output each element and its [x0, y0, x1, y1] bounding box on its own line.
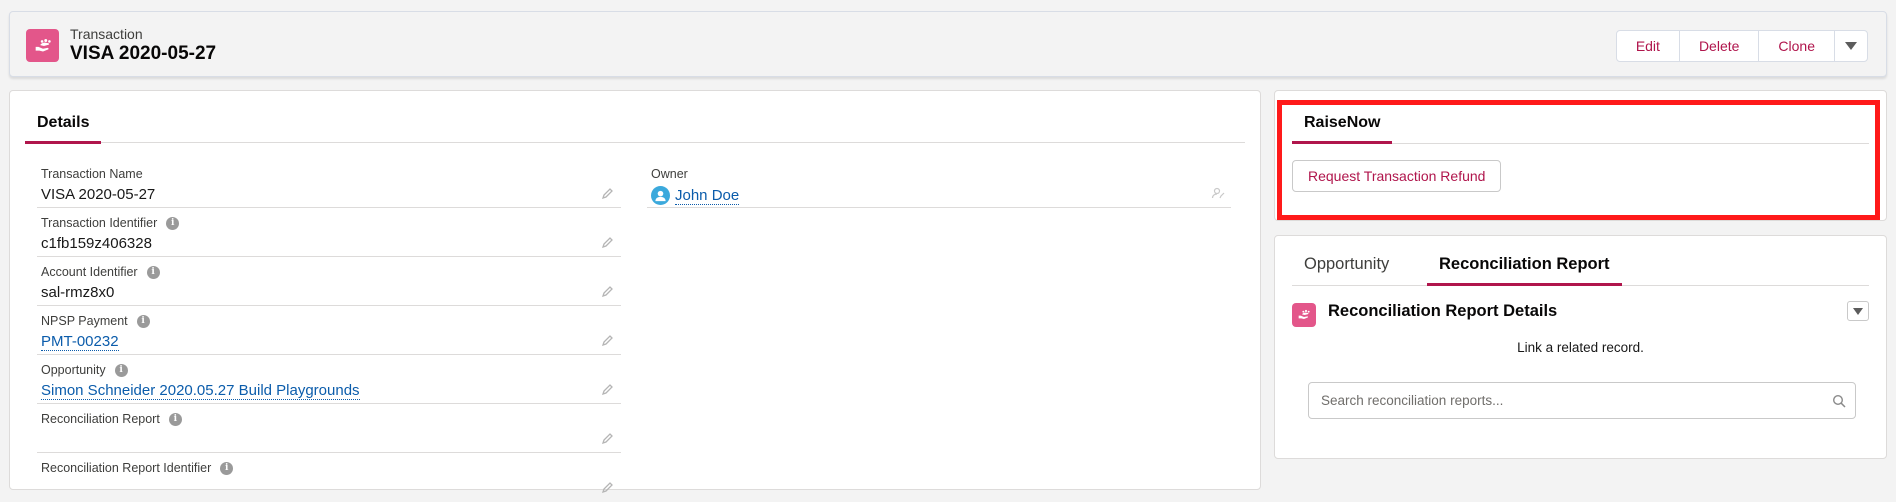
field-transaction-identifier: Transaction Identifier i c1fb159z406328: [37, 208, 621, 257]
related-card-title: Reconciliation Report Details: [1328, 302, 1558, 320]
more-actions-button[interactable]: [1834, 30, 1868, 62]
field-value: VISA 2020-05-27: [41, 186, 156, 203]
field-label: NPSP Payment i: [41, 314, 150, 328]
related-tabbar: Opportunity Reconciliation Report: [1292, 236, 1869, 286]
info-icon[interactable]: i: [168, 412, 182, 426]
info-icon[interactable]: i: [114, 363, 128, 377]
field-npsp-payment: NPSP Payment i PMT-00232: [37, 306, 621, 355]
tab-details[interactable]: Details: [25, 114, 102, 144]
tab-opportunity[interactable]: Opportunity: [1292, 255, 1401, 283]
field-reconciliation-report-identifier: Reconciliation Report Identifier i: [37, 453, 621, 502]
clone-button[interactable]: Clone: [1758, 30, 1835, 62]
pencil-icon[interactable]: [601, 431, 615, 445]
details-card: Details Transaction Name VISA 2020-05-27…: [9, 90, 1261, 494]
info-icon[interactable]: i: [220, 461, 234, 475]
field-account-identifier: Account Identifier i sal-rmz8x0: [37, 257, 621, 306]
info-icon[interactable]: i: [166, 216, 180, 230]
field-value: sal-rmz8x0: [41, 284, 115, 301]
request-refund-button[interactable]: Request Transaction Refund: [1292, 160, 1502, 192]
raisenow-tabbar: RaiseNow: [1292, 91, 1869, 144]
tab-raisenow[interactable]: RaiseNow: [1292, 114, 1393, 144]
related-card: Opportunity Reconciliation Report Reconc…: [1274, 235, 1887, 459]
opportunity-link[interactable]: Simon Schneider 2020.05.27 Build Playgro…: [41, 382, 360, 400]
edit-button[interactable]: Edit: [1615, 30, 1680, 62]
search-icon: [1832, 394, 1846, 408]
delete-button[interactable]: Delete: [1678, 30, 1760, 62]
object-label: Transaction: [70, 26, 143, 42]
hand-heart-icon: [26, 29, 59, 62]
field-label: Reconciliation Report i: [41, 412, 182, 426]
details-tabbar: Details: [25, 91, 1245, 144]
owner-value: John Doe: [651, 186, 740, 205]
npsp-payment-link[interactable]: PMT-00232: [41, 333, 119, 351]
raisenow-card: RaiseNow Request Transaction Refund: [1274, 90, 1887, 221]
pencil-icon[interactable]: [601, 284, 615, 298]
pencil-icon[interactable]: [601, 382, 615, 396]
search-input[interactable]: [1308, 382, 1856, 419]
info-icon[interactable]: i: [146, 265, 160, 279]
user-avatar-icon: [651, 186, 670, 205]
pencil-icon[interactable]: [601, 333, 615, 347]
pencil-icon[interactable]: [601, 186, 615, 200]
field-label: Owner: [651, 167, 688, 181]
related-hint-text: Link a related record.: [1517, 340, 1644, 355]
change-owner-icon[interactable]: [1211, 186, 1225, 200]
field-reconciliation-report: Reconciliation Report i: [37, 404, 621, 453]
field-label: Opportunity i: [41, 363, 128, 377]
owner-link[interactable]: John Doe: [675, 187, 740, 205]
field-label: Transaction Identifier i: [41, 216, 180, 230]
hand-heart-icon: [1292, 303, 1316, 327]
info-icon[interactable]: i: [136, 314, 150, 328]
related-menu-button[interactable]: [1847, 301, 1869, 321]
tab-reconciliation-report[interactable]: Reconciliation Report: [1427, 255, 1622, 286]
field-label: Account Identifier i: [41, 265, 160, 279]
record-title: VISA 2020-05-27: [70, 43, 217, 64]
chevron-down-icon: [1853, 307, 1863, 315]
chevron-down-icon: [1845, 42, 1857, 50]
field-label: Reconciliation Report Identifier i: [41, 461, 234, 475]
field-label: Transaction Name: [41, 167, 143, 181]
field-opportunity: Opportunity i Simon Schneider 2020.05.27 …: [37, 355, 621, 404]
field-transaction-name: Transaction Name VISA 2020-05-27: [37, 159, 621, 208]
pencil-icon[interactable]: [601, 480, 615, 494]
record-header: Transaction VISA 2020-05-27 Edit Delete …: [9, 11, 1887, 77]
field-owner: Owner John Doe: [647, 159, 1231, 208]
pencil-icon[interactable]: [601, 235, 615, 249]
action-button-group: Edit Delete Clone: [1615, 30, 1868, 62]
field-value: c1fb159z406328: [41, 235, 152, 252]
